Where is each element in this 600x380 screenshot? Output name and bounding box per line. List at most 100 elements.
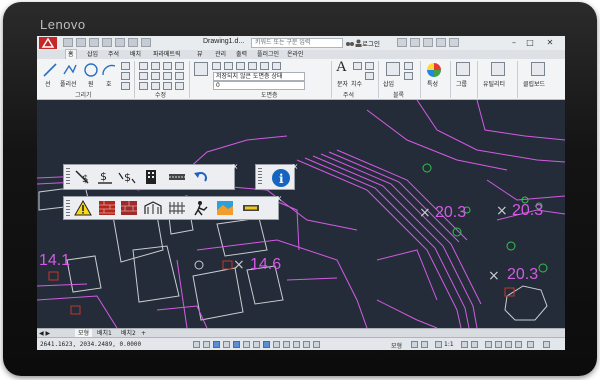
isolate-objects-icon[interactable]: [515, 341, 522, 348]
open-file-icon[interactable]: [76, 38, 86, 47]
toolbar-close-icon[interactable]: ×: [231, 163, 239, 171]
info-icon[interactable]: [423, 38, 433, 47]
layer-dropdown[interactable]: 0: [213, 81, 305, 90]
workspace-switch-icon[interactable]: [485, 341, 492, 348]
autocad-logo-icon[interactable]: [39, 37, 57, 49]
layer-state-dropdown[interactable]: 저장되지 않은 도면층 상태: [213, 72, 305, 81]
edit-block-icon[interactable]: [404, 72, 413, 80]
toolbar-grip[interactable]: [258, 168, 262, 186]
calculator-icon[interactable]: [491, 62, 505, 76]
table-icon[interactable]: [365, 72, 374, 80]
warning-icon[interactable]: [74, 200, 92, 216]
circle-tool-icon[interactable]: [83, 62, 99, 78]
undo-icon[interactable]: [128, 38, 138, 47]
layer-previous-icon[interactable]: [272, 62, 281, 70]
lock-ui-icon[interactable]: [495, 341, 502, 348]
draw-panel-label[interactable]: 그리기: [75, 90, 92, 99]
tab-online[interactable]: 온라인: [287, 50, 304, 59]
maximize-button[interactable]: □: [523, 37, 537, 49]
annotation-scale-icon[interactable]: [435, 341, 442, 348]
tab-view[interactable]: 뷰: [197, 50, 203, 59]
mirror-icon[interactable]: [151, 72, 160, 80]
osnap-toggle-icon[interactable]: [233, 341, 240, 348]
hardware-acceleration-icon[interactable]: [505, 341, 512, 348]
tab-layout[interactable]: 배치: [130, 50, 141, 59]
bridge-icon[interactable]: [144, 200, 162, 216]
explode-icon[interactable]: [175, 72, 184, 80]
layer-properties-icon[interactable]: [194, 62, 208, 76]
toolbar-close-icon[interactable]: ×: [291, 163, 299, 171]
ortho-toggle-icon[interactable]: [213, 341, 220, 348]
toolbar-grip[interactable]: [66, 168, 70, 186]
annotation-visibility-icon[interactable]: [461, 341, 468, 348]
fence-icon[interactable]: [168, 200, 186, 216]
dimension-down-icon[interactable]: $: [96, 169, 114, 185]
annotation-panel-label[interactable]: 주석: [343, 90, 354, 99]
tab-insert[interactable]: 삽입: [87, 50, 98, 59]
quick-view-drawings-icon[interactable]: [421, 341, 428, 348]
info-circle-icon[interactable]: i: [270, 168, 292, 188]
offset-icon[interactable]: [175, 82, 184, 90]
redo-icon[interactable]: [141, 38, 151, 47]
clean-screen-icon[interactable]: [527, 341, 534, 348]
dimension-cost-icon[interactable]: $: [118, 169, 136, 185]
rectangle-tool-icon[interactable]: [121, 62, 130, 70]
conveyor-icon[interactable]: [242, 200, 260, 216]
wall-line-icon[interactable]: [168, 169, 186, 185]
dimension-tool-icon[interactable]: [353, 62, 362, 70]
worker-icon[interactable]: [192, 200, 210, 216]
model-space-button[interactable]: 모형: [391, 341, 402, 350]
properties-palette-icon[interactable]: [426, 62, 442, 78]
snap-toggle-icon[interactable]: [203, 341, 210, 348]
transparency-toggle-icon[interactable]: [283, 341, 290, 348]
hatch-tool-icon[interactable]: [121, 72, 130, 80]
tab-manage[interactable]: 관리: [215, 50, 226, 59]
customization-menu-icon[interactable]: [543, 341, 550, 348]
app-store-icon[interactable]: [436, 38, 446, 47]
minimize-button[interactable]: –: [507, 37, 521, 49]
toolbar-grip[interactable]: [66, 200, 70, 218]
save-icon[interactable]: [89, 38, 99, 47]
grid-toggle-icon[interactable]: [193, 341, 200, 348]
lineweight-toggle-icon[interactable]: [273, 341, 280, 348]
dimension-slope-icon[interactable]: $: [74, 169, 92, 185]
group-icon[interactable]: [456, 62, 470, 76]
scale-icon[interactable]: [151, 82, 160, 90]
dynamic-input-icon[interactable]: [263, 341, 270, 348]
polar-toggle-icon[interactable]: [223, 341, 230, 348]
quick-properties-icon[interactable]: [293, 341, 300, 348]
layer-match-icon[interactable]: [260, 62, 269, 70]
create-block-icon[interactable]: [404, 62, 413, 70]
layer-freeze-icon[interactable]: [224, 62, 233, 70]
spline-tool-icon[interactable]: [121, 82, 130, 90]
dynamic-ucs-icon[interactable]: [253, 341, 260, 348]
auto-scale-icon[interactable]: [471, 341, 478, 348]
tab-parametric[interactable]: 파라메트릭: [153, 50, 181, 59]
toolbar-close-icon[interactable]: ×: [275, 195, 283, 203]
arc-tool-icon[interactable]: [101, 62, 117, 78]
layer-off-icon[interactable]: [236, 62, 245, 70]
drawing-canvas[interactable]: × 14.6 × 20.3 × 20.3 × 20.3 14.1 × $ $ $…: [37, 100, 565, 344]
building-icon[interactable]: [142, 169, 160, 185]
polyline-tool-icon[interactable]: [62, 62, 78, 78]
annotation-monitor-icon[interactable]: [313, 341, 320, 348]
help-icon[interactable]: [410, 38, 420, 47]
move-icon[interactable]: [139, 62, 148, 70]
plot-icon[interactable]: [115, 38, 125, 47]
erase-icon[interactable]: [175, 62, 184, 70]
stretch-icon[interactable]: [139, 82, 148, 90]
binoculars-icon[interactable]: [346, 39, 354, 47]
notification-icon[interactable]: [449, 38, 459, 47]
otrack-toggle-icon[interactable]: [243, 341, 250, 348]
text-tool-icon[interactable]: A: [336, 59, 347, 76]
map-tile-icon[interactable]: [216, 200, 234, 216]
fillet-icon[interactable]: [163, 72, 172, 80]
exchange-icon[interactable]: [397, 38, 407, 47]
copy-icon[interactable]: [139, 72, 148, 80]
search-input[interactable]: 키워드 또는 구문 입력: [251, 38, 343, 48]
brick-block-icon[interactable]: [120, 200, 138, 216]
layer-isolate-icon[interactable]: [212, 62, 221, 70]
selection-cycling-icon[interactable]: [303, 341, 310, 348]
rotate-icon[interactable]: [151, 62, 160, 70]
array-icon[interactable]: [163, 82, 172, 90]
